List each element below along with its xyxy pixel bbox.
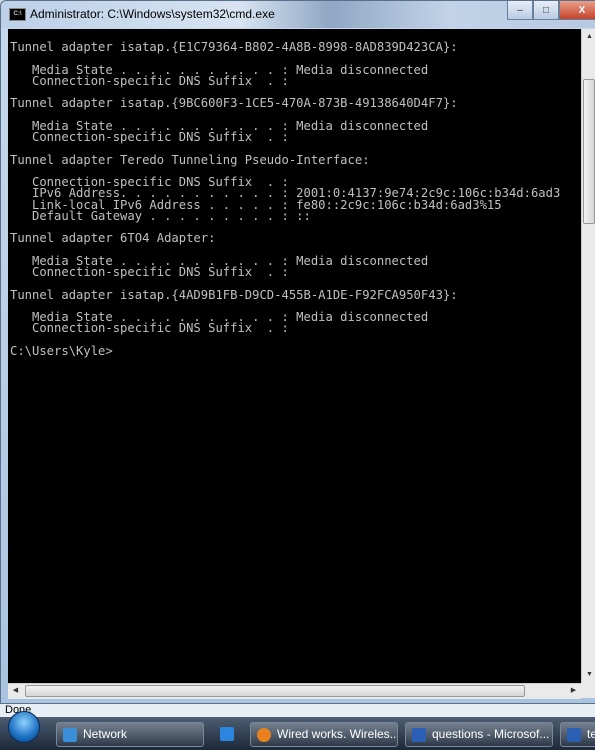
- taskbar-item-media-player[interactable]: [214, 722, 240, 747]
- word-icon: [567, 728, 581, 742]
- cmd-window: C:\ Administrator: C:\Windows\system32\c…: [0, 0, 595, 704]
- console-line: Connection-specific DNS Suffix . :: [10, 73, 289, 88]
- media-player-icon: [220, 727, 234, 741]
- scroll-down-arrow-icon[interactable]: ▼: [582, 667, 595, 683]
- console-line: Connection-specific DNS Suffix . :: [10, 265, 289, 279]
- firefox-icon: [257, 728, 271, 742]
- taskbar: Network Wired works. Wireles... question…: [0, 711, 595, 750]
- scroll-left-arrow-icon[interactable]: ◀: [8, 683, 23, 699]
- horizontal-scroll-thumb[interactable]: [25, 685, 525, 697]
- title-bar[interactable]: C:\ Administrator: C:\Windows\system32\c…: [1, 1, 595, 28]
- taskbar-item-label: questions - Microsof...: [432, 727, 550, 741]
- console-line: Tunnel adapter isatap.{E1C79364-B802-4A8…: [10, 40, 458, 54]
- horizontal-scrollbar[interactable]: ◀ ▶: [8, 683, 581, 699]
- resize-grip-icon[interactable]: [581, 683, 595, 698]
- vertical-scroll-thumb[interactable]: [583, 79, 595, 224]
- console-line: Default Gateway . . . . . . . . . : ::: [10, 208, 311, 223]
- console-line: Tunnel adapter isatap.{4AD9B1FB-D9CD-455…: [10, 287, 458, 302]
- word-icon: [412, 728, 426, 742]
- vertical-scrollbar[interactable]: ▲ ▼: [581, 29, 595, 683]
- maximize-button[interactable]: □: [533, 1, 559, 20]
- taskbar-item-word-questions[interactable]: questions - Microsof...: [405, 722, 553, 747]
- network-icon: [63, 728, 77, 742]
- taskbar-item-firefox[interactable]: Wired works. Wireles...: [250, 722, 398, 747]
- console-line: C:\Users\Kyle>: [10, 343, 113, 358]
- console-line: Connection-specific DNS Suffix . :: [10, 321, 289, 336]
- scroll-right-arrow-icon[interactable]: ▶: [566, 683, 581, 699]
- window-title: Administrator: C:\Windows\system32\cmd.e…: [30, 7, 275, 21]
- scroll-up-arrow-icon[interactable]: ▲: [582, 29, 595, 45]
- console-line: Tunnel adapter 6TO4 Adapter:: [10, 231, 216, 246]
- taskbar-item-word-ter[interactable]: ter: [560, 722, 595, 747]
- taskbar-item-label: Network: [83, 727, 128, 741]
- browser-status-bar: Done: [0, 704, 595, 717]
- console-text: Tunnel adapter isatap.{E1C79364-B802-4A8…: [8, 29, 581, 357]
- console-line: Tunnel adapter Teredo Tunneling Pseudo-I…: [10, 152, 370, 167]
- console-line: Connection-specific DNS Suffix . :: [10, 130, 289, 144]
- cmd-app-icon[interactable]: C:\: [9, 8, 26, 21]
- console-line: Tunnel adapter isatap.{9BC600F3-1CE5-470…: [10, 96, 458, 111]
- taskbar-item-label: ter: [587, 727, 595, 741]
- console-output[interactable]: Tunnel adapter isatap.{E1C79364-B802-4A8…: [8, 29, 581, 683]
- close-button[interactable]: X: [559, 1, 595, 20]
- taskbar-item-network[interactable]: Network: [56, 722, 204, 747]
- minimize-button[interactable]: –: [507, 1, 533, 20]
- taskbar-item-label: Wired works. Wireles...: [277, 727, 398, 741]
- start-button-windows-icon[interactable]: [8, 711, 40, 743]
